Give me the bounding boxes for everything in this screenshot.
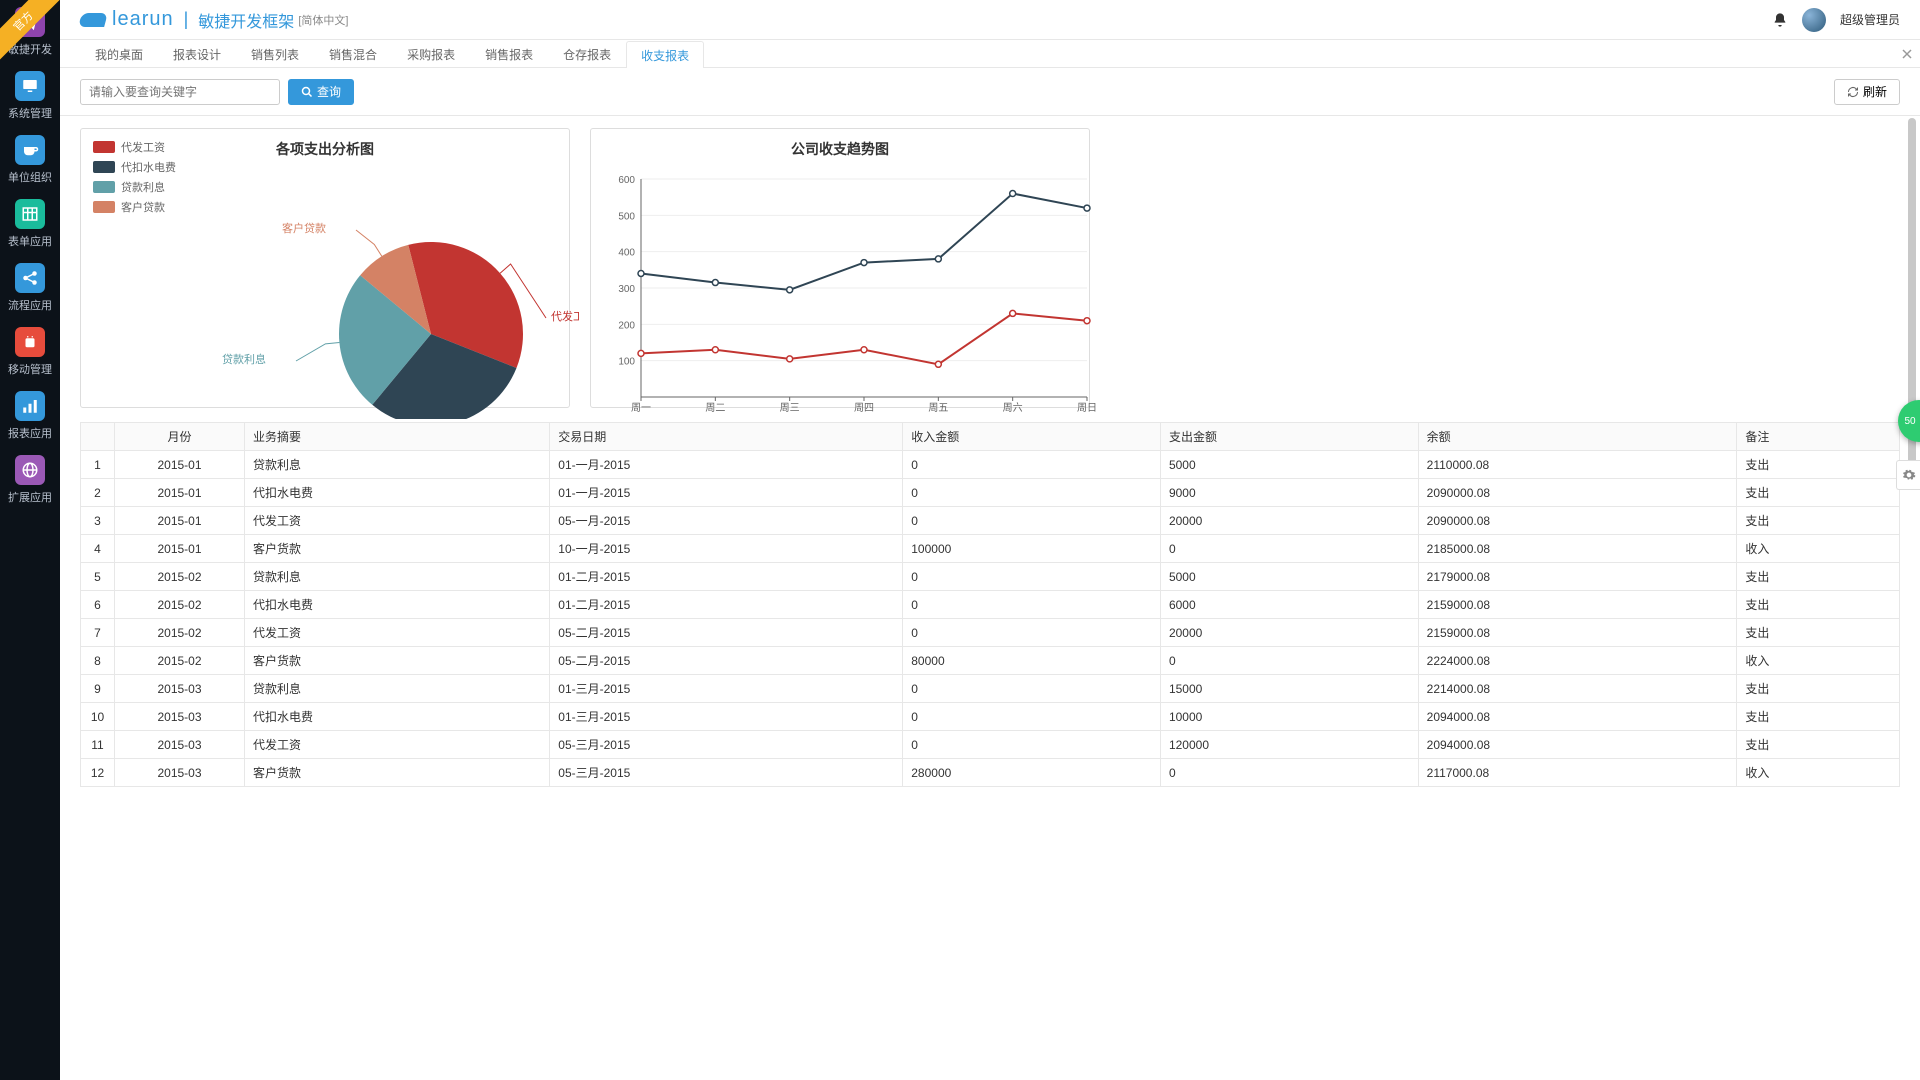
tab-6[interactable]: 仓存报表 — [548, 40, 626, 67]
android-icon — [15, 327, 45, 357]
sidebar-item-label: 单位组织 — [8, 169, 52, 185]
logo-text: learun — [112, 8, 174, 31]
svg-text:周五: 周五 — [928, 402, 948, 414]
table-header: 余额 — [1418, 423, 1737, 451]
table-row[interactable]: 112015-03代发工资05-三月-201501200002094000.08… — [81, 731, 1900, 759]
legend-item[interactable]: 贷款利息 — [93, 179, 176, 195]
share-icon — [15, 263, 45, 293]
line-chart: 100 200 300 400 500 600 周一 周二 周三 周四 周五 周六 周日 — [601, 159, 1097, 417]
svg-text:周四: 周四 — [854, 402, 874, 414]
legend-item[interactable]: 代扣水电费 — [93, 159, 176, 175]
sidebar-item-label: 流程应用 — [8, 297, 52, 313]
user-name[interactable]: 超级管理员 — [1840, 11, 1900, 28]
sidebar-item-3[interactable]: 表单应用 — [0, 192, 60, 256]
svg-text:周二: 周二 — [705, 402, 725, 414]
logo-icon — [78, 13, 108, 27]
legend-item[interactable]: 客户贷款 — [93, 199, 176, 215]
desktop-icon — [15, 71, 45, 101]
logo[interactable]: learun — [80, 8, 174, 31]
svg-text:100: 100 — [618, 357, 635, 368]
svg-text:代发工资: 代发工资 — [551, 309, 579, 323]
sidebar-item-1[interactable]: 系统管理 — [0, 64, 60, 128]
table-row[interactable]: 62015-02代扣水电费01-二月-2015060002159000.08支出 — [81, 591, 1900, 619]
table-header: 业务摘要 — [245, 423, 550, 451]
table-row[interactable]: 42015-01客户货款10-一月-201510000002185000.08收… — [81, 535, 1900, 563]
data-table: 月份业务摘要交易日期收入金额支出金额余额备注12015-01贷款利息01-一月-… — [80, 422, 1900, 787]
toolbar: 查询 刷新 — [60, 68, 1920, 116]
table-row[interactable]: 82015-02客户货款05-二月-20158000002224000.08收入 — [81, 647, 1900, 675]
svg-text:500: 500 — [618, 211, 635, 222]
sidebar-item-7[interactable]: 扩展应用 — [0, 448, 60, 512]
table-row[interactable]: 102015-03代扣水电费01-三月-20150100002094000.08… — [81, 703, 1900, 731]
app-title: 敏捷开发框架 — [198, 8, 294, 32]
search-input[interactable] — [80, 79, 280, 105]
svg-text:周三: 周三 — [780, 402, 800, 414]
table-row[interactable]: 92015-03贷款利息01-三月-20150150002214000.08支出 — [81, 675, 1900, 703]
table-header: 备注 — [1737, 423, 1900, 451]
tab-5[interactable]: 销售报表 — [470, 40, 548, 67]
sidebar-item-label: 系统管理 — [8, 105, 52, 121]
table-row[interactable]: 122015-03客户货款05-三月-201528000002117000.08… — [81, 759, 1900, 787]
avatar[interactable] — [1802, 8, 1826, 32]
table-row[interactable]: 52015-02贷款利息01-二月-2015050002179000.08支出 — [81, 563, 1900, 591]
table-icon — [15, 199, 45, 229]
sidebar-item-label: 移动管理 — [8, 361, 52, 377]
table-header: 支出金额 — [1160, 423, 1418, 451]
search-icon — [301, 86, 313, 98]
language-label[interactable]: [简体中文] — [298, 12, 348, 28]
svg-text:客户贷款: 客户贷款 — [282, 221, 326, 235]
bell-icon[interactable] — [1772, 12, 1788, 28]
table-header: 交易日期 — [550, 423, 903, 451]
settings-toggle[interactable] — [1896, 460, 1920, 490]
svg-text:300: 300 — [618, 284, 635, 295]
sidebar-item-6[interactable]: 报表应用 — [0, 384, 60, 448]
svg-text:200: 200 — [618, 320, 635, 331]
tabs-bar: 我的桌面报表设计销售列表销售混合采购报表销售报表仓存报表收支报表 — [60, 40, 1920, 68]
chart-icon — [15, 391, 45, 421]
sidebar-item-2[interactable]: 单位组织 — [0, 128, 60, 192]
table-row[interactable]: 22015-01代扣水电费01-一月-2015090002090000.08支出 — [81, 479, 1900, 507]
tab-2[interactable]: 销售列表 — [236, 40, 314, 67]
tab-7[interactable]: 收支报表 — [626, 41, 704, 68]
refresh-button[interactable]: 刷新 — [1834, 79, 1900, 105]
pie-legend: 代发工资代扣水电费贷款利息客户贷款 — [93, 139, 176, 219]
vertical-scrollbar[interactable] — [1908, 118, 1918, 1076]
tab-1[interactable]: 报表设计 — [158, 40, 236, 67]
svg-text:周一: 周一 — [631, 402, 651, 414]
corner-ribbon[interactable]: 官方 — [0, 0, 60, 60]
svg-text:周日: 周日 — [1077, 402, 1097, 414]
sidebar-item-label: 表单应用 — [8, 233, 52, 249]
table-row[interactable]: 32015-01代发工资05-一月-20150200002090000.08支出 — [81, 507, 1900, 535]
tab-3[interactable]: 销售混合 — [314, 40, 392, 67]
sidebar-item-label: 扩展应用 — [8, 489, 52, 505]
table-header: 收入金额 — [903, 423, 1161, 451]
close-icon[interactable] — [1894, 40, 1920, 67]
coffee-icon — [15, 135, 45, 165]
gear-icon — [1902, 468, 1916, 482]
content-area: 代发工资代扣水电费贷款利息客户贷款 各项支出分析图 代发工资代扣水电费贷款利息客… — [60, 116, 1920, 1080]
sidebar-item-4[interactable]: 流程应用 — [0, 256, 60, 320]
sidebar-item-label: 报表应用 — [8, 425, 52, 441]
table-header — [81, 423, 115, 451]
sidebar: 敏捷开发系统管理单位组织表单应用流程应用移动管理报表应用扩展应用 — [0, 0, 60, 1080]
svg-text:600: 600 — [618, 175, 635, 186]
tab-0[interactable]: 我的桌面 — [80, 40, 158, 67]
pie-chart-panel: 代发工资代扣水电费贷款利息客户贷款 各项支出分析图 代发工资代扣水电费贷款利息客… — [80, 128, 570, 408]
line-chart-title: 公司收支趋势图 — [601, 139, 1079, 159]
refresh-icon — [1847, 86, 1859, 98]
table-row[interactable]: 12015-01贷款利息01-一月-2015050002110000.08支出 — [81, 451, 1900, 479]
table-header: 月份 — [115, 423, 245, 451]
svg-text:周六: 周六 — [1003, 402, 1023, 414]
globe-icon — [15, 455, 45, 485]
svg-text:400: 400 — [618, 248, 635, 259]
line-chart-panel: 公司收支趋势图 100200300400500600周一周二周三周四周五周六周日 — [590, 128, 1090, 408]
sidebar-item-5[interactable]: 移动管理 — [0, 320, 60, 384]
legend-item[interactable]: 代发工资 — [93, 139, 176, 155]
svg-text:贷款利息: 贷款利息 — [222, 352, 266, 366]
table-row[interactable]: 72015-02代发工资05-二月-20150200002159000.08支出 — [81, 619, 1900, 647]
header: learun | 敏捷开发框架 [简体中文] 超级管理员 — [60, 0, 1920, 40]
query-button[interactable]: 查询 — [288, 79, 354, 105]
tab-4[interactable]: 采购报表 — [392, 40, 470, 67]
